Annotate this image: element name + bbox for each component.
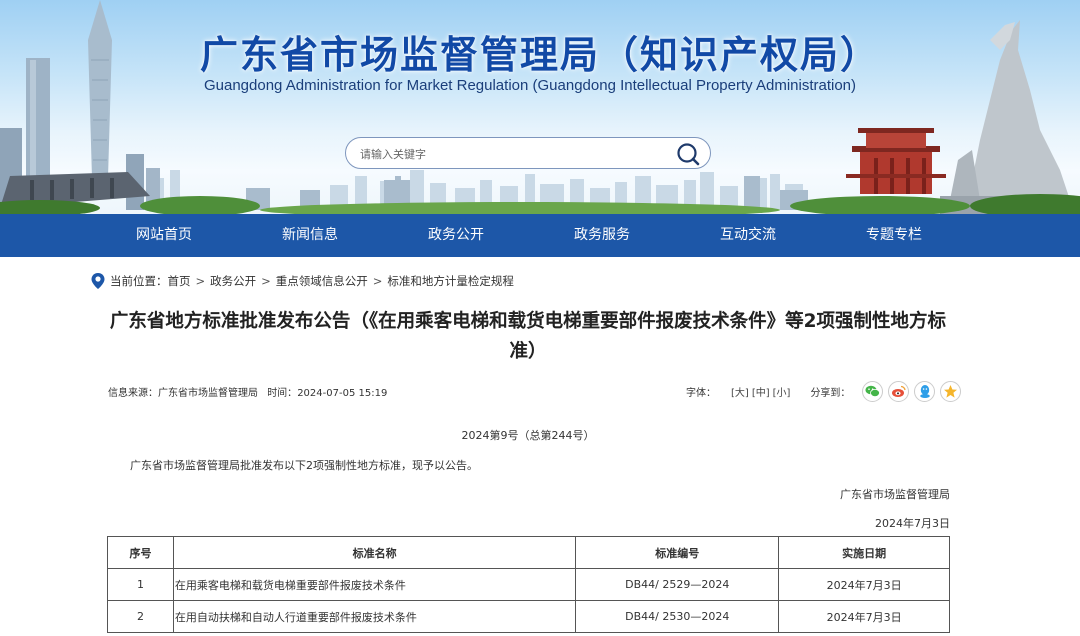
- search-input[interactable]: [360, 144, 660, 164]
- source-label: 信息来源：: [108, 388, 158, 399]
- breadcrumb: 当前位置： 首页 > 政务公开 > 重点领域信息公开 > 标准和地方计量检定规程: [90, 272, 514, 290]
- cell-standard-name: 在用乘客电梯和载货电梯重要部件报废技术条件: [172, 568, 577, 601]
- breadcrumb-home[interactable]: 首页: [168, 273, 191, 289]
- article-tools: 字体： [大] [中] [小] 分享到：: [686, 380, 966, 402]
- breadcrumb-separator: >: [372, 274, 383, 288]
- main-nav: 网站首页 新闻信息 政务公开 政务服务 互动交流 专题专栏: [0, 214, 1080, 257]
- wechat-icon[interactable]: [862, 380, 884, 402]
- nav-item-interaction[interactable]: 互动交流: [688, 214, 808, 257]
- document-number: 2024第9号（总第244号）: [461, 429, 595, 442]
- time-label: 时间：: [267, 388, 298, 399]
- breadcrumb-label: 当前位置：: [110, 274, 168, 288]
- cell-effective-date: 2024年7月3日: [778, 600, 950, 633]
- breadcrumb-standards[interactable]: 标准和地方计量检定规程: [387, 273, 514, 289]
- breadcrumb-separator: >: [261, 274, 271, 288]
- search-icon[interactable]: [676, 142, 700, 166]
- site-subtitle: Guangdong Administration for Market Regu…: [203, 77, 857, 94]
- qq-icon[interactable]: [914, 380, 936, 402]
- font-size-medium-button[interactable]: [中]: [752, 384, 770, 399]
- cell-index: 1: [107, 568, 174, 601]
- article-meta: 信息来源：广东省市场监督管理局 时间：2024-07-05 15:19: [108, 384, 393, 399]
- document-date: 2024年7月3日: [875, 517, 950, 530]
- time-value: 2024-07-05 15:19: [297, 388, 388, 399]
- nav-item-news[interactable]: 新闻信息: [250, 214, 370, 257]
- font-size-large-button[interactable]: [大]: [731, 384, 749, 399]
- site-title: 广东省市场监督管理局（知识产权局）: [199, 33, 880, 77]
- location-pin-icon: [90, 272, 106, 290]
- document-signer: 广东省市场监督管理局: [840, 488, 950, 501]
- font-size-label: 字体：: [686, 387, 716, 399]
- column-header-index: 序号: [107, 536, 174, 569]
- column-header-code: 标准编号: [575, 536, 780, 569]
- font-size-small-button[interactable]: [小]: [773, 384, 791, 399]
- weibo-icon[interactable]: [888, 380, 910, 402]
- cell-standard-code: DB44/ 2530—2024: [575, 600, 780, 633]
- qzone-icon[interactable]: [940, 380, 962, 402]
- breadcrumb-separator: >: [195, 274, 206, 288]
- cell-index: 2: [107, 600, 174, 633]
- cell-effective-date: 2024年7月3日: [778, 568, 950, 601]
- table-row: 1 在用乘客电梯和载货电梯重要部件报废技术条件 DB44/ 2529—2024 …: [107, 568, 950, 601]
- breadcrumb-key-info[interactable]: 重点领域信息公开: [276, 273, 368, 289]
- search-bar: [345, 137, 711, 169]
- nav-item-gov-services[interactable]: 政务服务: [542, 214, 662, 257]
- column-header-name: 标准名称: [172, 536, 577, 569]
- header-banner: 广东省市场监督管理局（知识产权局） Guangdong Administrati…: [0, 0, 1080, 214]
- source-value: 广东省市场监督管理局: [158, 388, 258, 399]
- share-label: 分享到：: [810, 387, 851, 399]
- table-row: 2 在用自动扶梯和自动人行道重要部件报废技术条件 DB44/ 2530—2024…: [107, 600, 950, 633]
- nav-item-special-topics[interactable]: 专题专栏: [834, 214, 954, 257]
- cell-standard-code: DB44/ 2529—2024: [575, 568, 780, 601]
- article-title: 广东省地方标准批准发布公告（《在用乘客电梯和载货电梯重要部件报废技术条件》等2项…: [109, 311, 947, 362]
- standards-table: 序号 标准名称 标准编号 实施日期 1 在用乘客电梯和载货电梯重要部件报废技术条…: [107, 536, 950, 633]
- table-header-row: 序号 标准名称 标准编号 实施日期: [107, 536, 950, 569]
- article-paragraph: 广东省市场监督管理局批准发布以下2项强制性地方标准，现予以公告。: [130, 459, 478, 472]
- breadcrumb-gov-affairs[interactable]: 政务公开: [210, 273, 256, 289]
- nav-item-home[interactable]: 网站首页: [104, 214, 224, 257]
- cell-standard-name: 在用自动扶梯和自动人行道重要部件报废技术条件: [172, 600, 577, 633]
- column-header-date: 实施日期: [778, 536, 950, 569]
- nav-item-gov-affairs[interactable]: 政务公开: [396, 214, 516, 257]
